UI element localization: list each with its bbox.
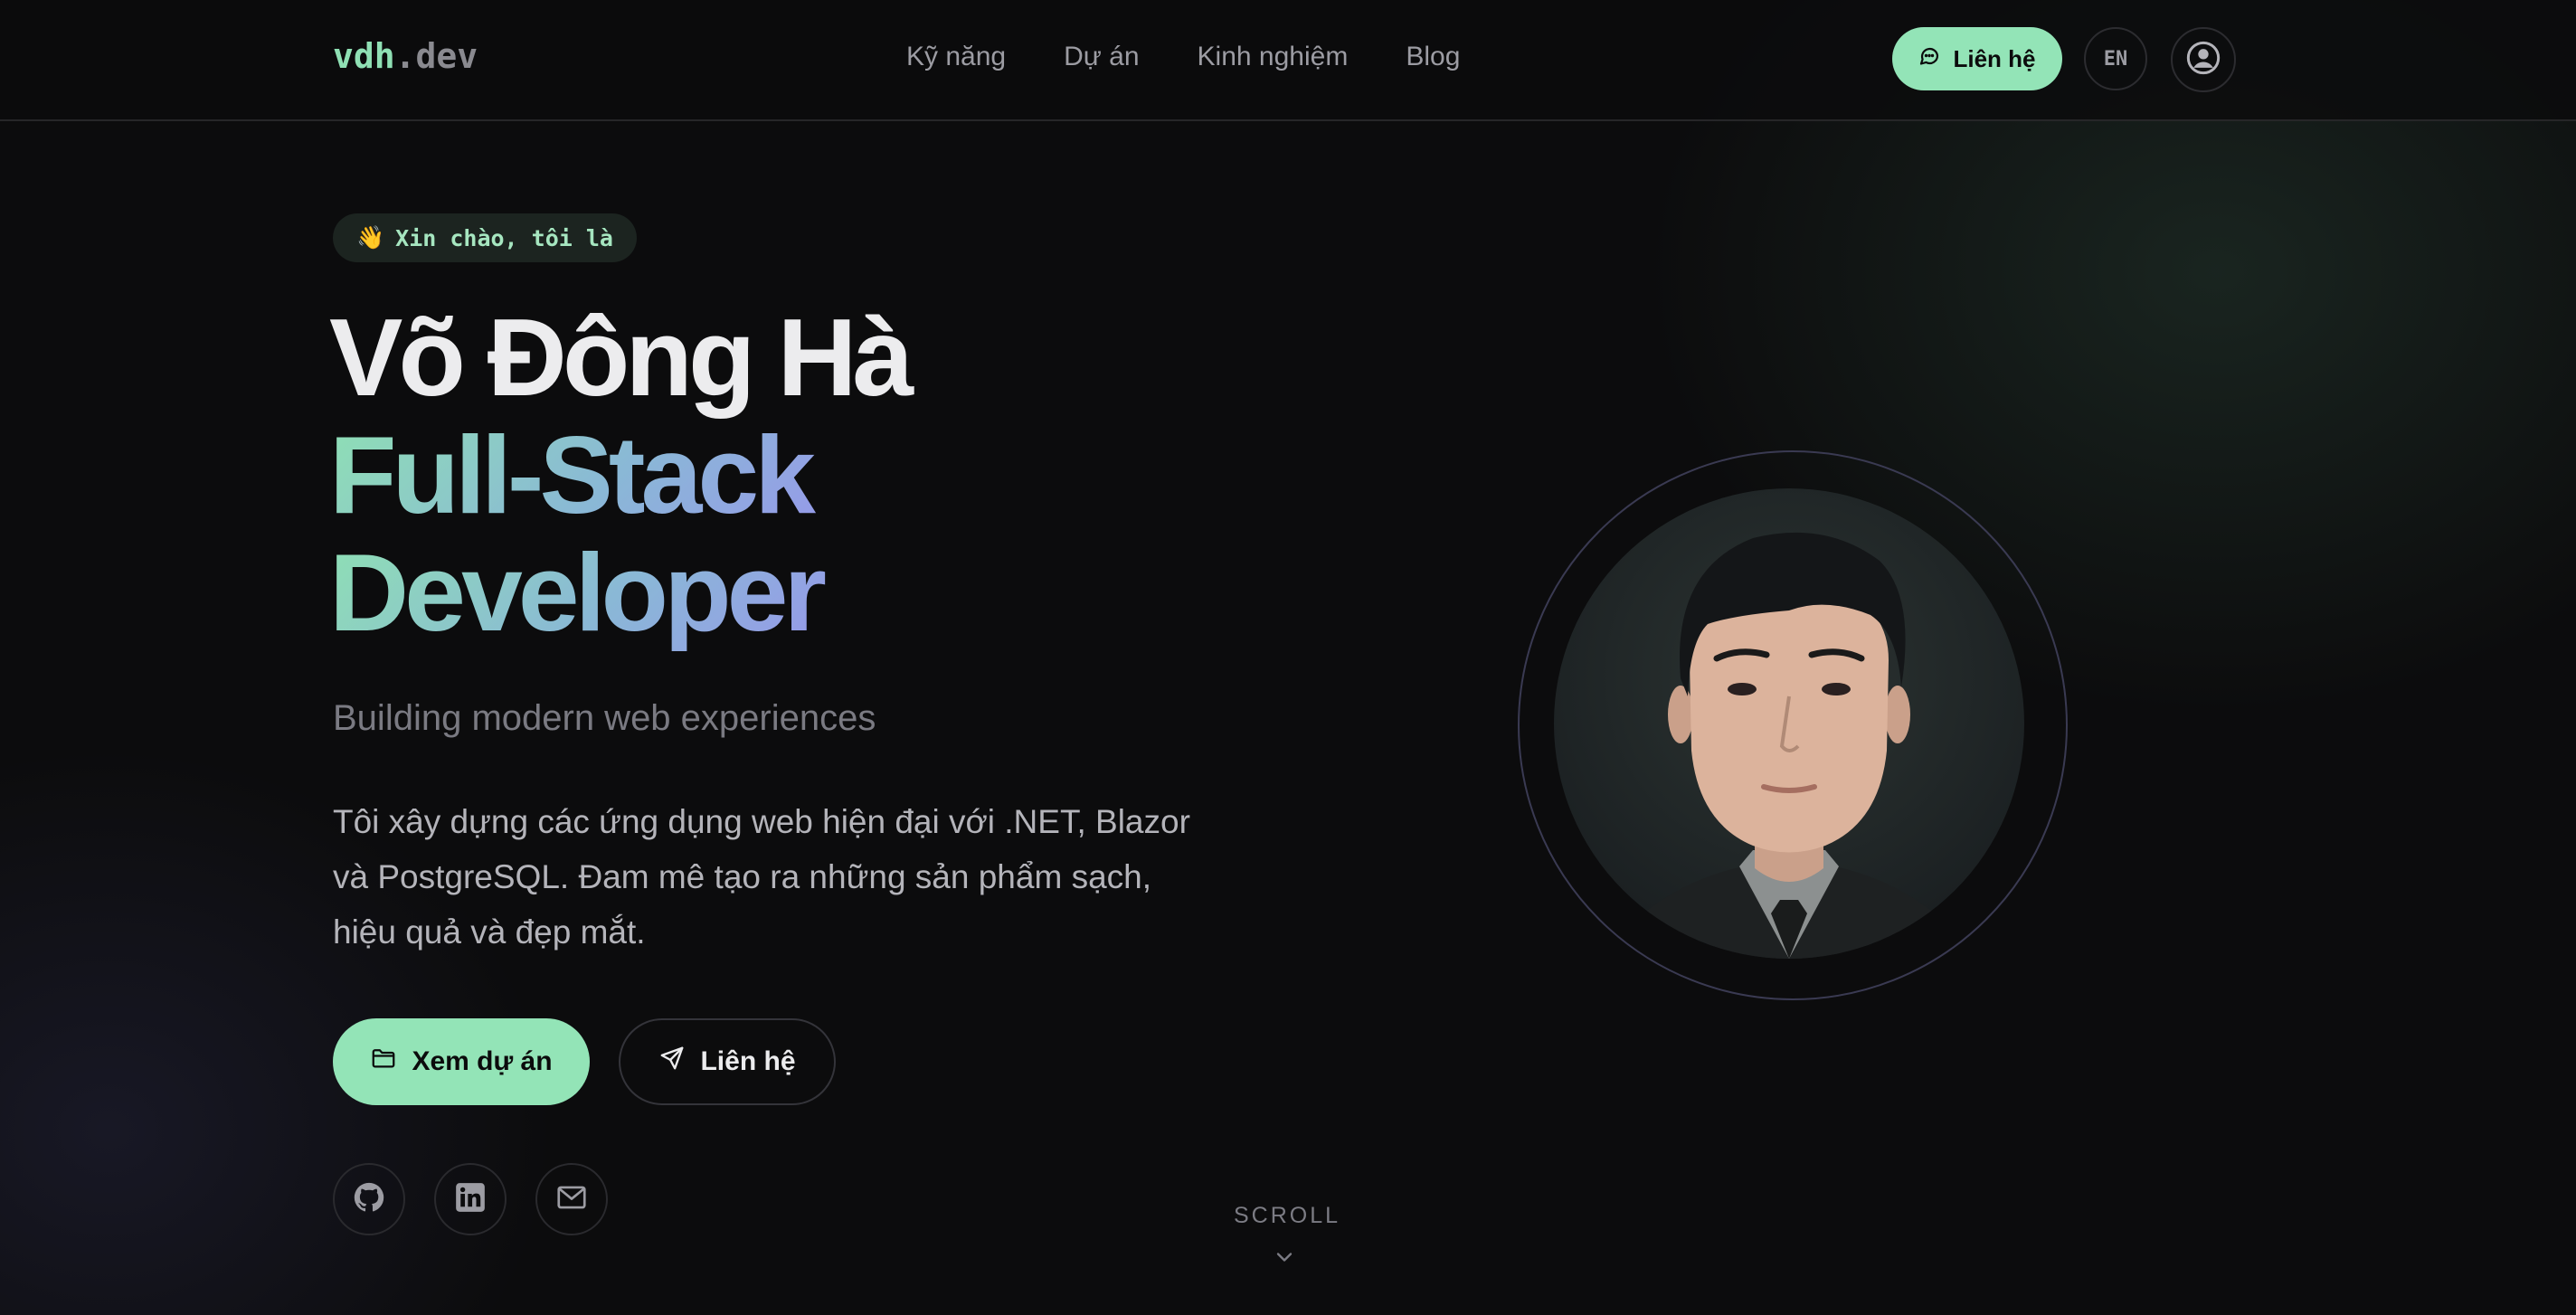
folder-icon <box>370 1045 397 1079</box>
linkedin-link[interactable] <box>434 1163 507 1235</box>
github-link[interactable] <box>333 1163 405 1235</box>
nav-item-blog[interactable]: Blog <box>1406 42 1460 72</box>
site-logo[interactable]: vdh.dev <box>333 36 478 76</box>
nav-contact-button[interactable]: Liên hệ <box>1892 27 2062 90</box>
hero-role-line1: Full-Stack <box>329 416 909 534</box>
nav-item-projects[interactable]: Dự án <box>1064 42 1139 72</box>
contact-button[interactable]: Liên hệ <box>619 1018 836 1105</box>
view-projects-button[interactable]: Xem dự án <box>333 1018 590 1105</box>
user-account-button[interactable] <box>2171 27 2236 92</box>
linkedin-icon <box>453 1180 488 1219</box>
mail-icon <box>554 1180 589 1219</box>
greeting-text: Xin chào, tôi là <box>395 224 613 251</box>
logo-main: vdh <box>333 36 395 76</box>
main-menu: Kỹ năng Dự án Kinh nghiệm Blog <box>906 42 1460 72</box>
email-link[interactable] <box>535 1163 608 1235</box>
waving-hand-icon: 👋 <box>356 224 385 251</box>
view-projects-label: Xem dự án <box>412 1046 553 1076</box>
scroll-indicator-label: SCROLL <box>1234 1203 1341 1228</box>
hero-name: Võ Đông Hà <box>329 296 914 419</box>
page: vdh.dev Kỹ năng Dự án Kinh nghiệm Blog L… <box>0 0 2576 1315</box>
logo-tld: dev <box>415 36 478 76</box>
top-navbar: vdh.dev Kỹ năng Dự án Kinh nghiệm Blog L… <box>0 0 2576 121</box>
language-toggle[interactable]: EN <box>2084 27 2147 90</box>
chevron-down-icon <box>1272 1244 1297 1274</box>
hero-subtitle: Building modern web experiences <box>333 698 876 738</box>
greeting-badge: 👋 Xin chào, tôi là <box>333 213 637 262</box>
user-circle-icon <box>2185 40 2221 80</box>
hero-description: Tôi xây dựng các ứng dụng web hiện đại v… <box>333 803 1190 951</box>
nav-item-skills[interactable]: Kỹ năng <box>906 42 1006 72</box>
hero-role-line2: Developer <box>329 534 909 651</box>
contact-label: Liên hệ <box>700 1046 796 1076</box>
github-icon <box>352 1180 386 1219</box>
send-icon <box>658 1045 686 1079</box>
chat-bubble-icon <box>1918 45 1940 73</box>
hero-title: Võ Đông Hà Full-Stack Developer <box>329 296 914 651</box>
nav-item-experience[interactable]: Kinh nghiệm <box>1198 42 1349 72</box>
logo-dot: . <box>394 36 416 76</box>
nav-contact-label: Liên hệ <box>1953 44 2036 72</box>
profile-photo <box>1554 488 2024 959</box>
